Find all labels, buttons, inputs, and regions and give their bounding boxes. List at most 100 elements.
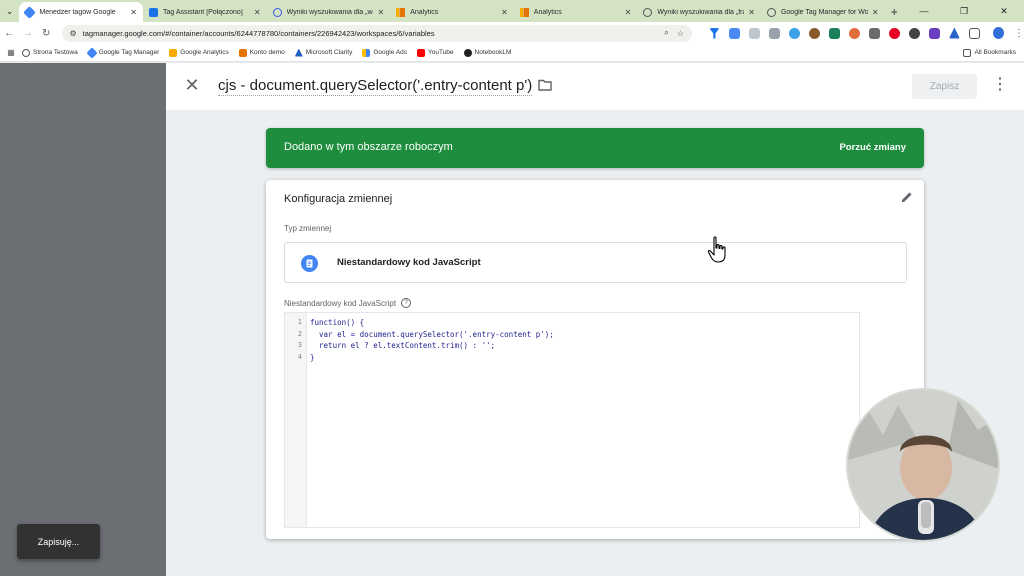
- apps-grid-icon[interactable]: ▦: [0, 48, 22, 57]
- tag-extension-icon[interactable]: [728, 27, 740, 39]
- more-options-icon[interactable]: ⋮: [992, 75, 1008, 95]
- forward-icon[interactable]: →: [19, 23, 38, 43]
- globe-icon: [643, 7, 653, 17]
- tab-gtm[interactable]: Menedżer tagów Google ✕: [19, 2, 143, 22]
- backdrop-overlay[interactable]: [0, 63, 166, 576]
- close-icon[interactable]: ✕: [377, 8, 384, 17]
- close-icon[interactable]: ✕: [748, 8, 755, 17]
- bookmark-label: Google Ads: [373, 49, 407, 56]
- bookmark-item[interactable]: Google Analytics: [169, 48, 229, 57]
- reload-icon[interactable]: ↻: [37, 23, 56, 43]
- code-line: var el = document.querySelector('.entry-…: [310, 329, 554, 339]
- analytics-icon: [169, 48, 178, 57]
- minimize-icon[interactable]: —: [904, 0, 944, 22]
- bookmark-item[interactable]: Microsoft Clarity: [294, 48, 353, 57]
- url-text: tagmanager.google.com/#/container/accoun…: [82, 28, 435, 38]
- filter-extension-icon[interactable]: [708, 27, 720, 39]
- banner-text: Dodano w tym obszarze roboczym: [284, 141, 453, 153]
- bookmark-item[interactable]: Strona Testowa: [22, 48, 78, 57]
- maximize-icon[interactable]: ❐: [944, 0, 984, 22]
- discard-changes-button[interactable]: Porzuć zmiany: [839, 142, 906, 153]
- zoom-icon[interactable]: ⌕: [664, 28, 668, 38]
- line-number: 1: [297, 318, 302, 326]
- close-icon[interactable]: ✕: [182, 75, 202, 95]
- bookmark-label: Google Tag Manager: [98, 49, 160, 56]
- edit-pencil-icon[interactable]: [900, 190, 914, 204]
- tab-label: Menedżer tagów Google: [39, 8, 116, 16]
- gtm-icon: [23, 5, 37, 19]
- cookie-extension-icon[interactable]: [808, 27, 820, 39]
- bookmark-item[interactable]: YouTube: [416, 48, 454, 57]
- close-icon[interactable]: ✕: [130, 8, 137, 17]
- bookmark-item[interactable]: Google Tag Manager: [86, 46, 160, 59]
- hand-cursor-icon: [707, 236, 726, 263]
- bookmark-label: Google Analytics: [180, 49, 229, 56]
- all-bookmarks-label: All Bookmarks: [974, 49, 1016, 56]
- tab-search-icon[interactable]: ⌄: [0, 0, 19, 22]
- code-document-icon: [301, 255, 318, 272]
- card-title: Konfiguracja zmiennej: [284, 193, 393, 205]
- link-extension-icon[interactable]: [868, 27, 880, 39]
- counter-extension-icon[interactable]: [928, 27, 940, 39]
- variable-name-input[interactable]: cjs - document.querySelector('.entry-con…: [218, 77, 533, 96]
- tab-label: Google Tag Manager for Word: [780, 8, 868, 16]
- site-info-icon[interactable]: ⚙: [70, 29, 77, 38]
- tab-analytics-1[interactable]: Analytics ✕: [390, 2, 514, 22]
- extensions-area: [706, 27, 983, 39]
- folder-icon[interactable]: [538, 79, 552, 91]
- code-editor[interactable]: 1 2 3 4 function() { var el = document.q…: [284, 312, 860, 528]
- close-icon[interactable]: ✕: [254, 8, 261, 17]
- drop-extension-icon[interactable]: [788, 27, 800, 39]
- save-button[interactable]: Zapisz: [912, 74, 977, 99]
- code-line: return el ? el.textContent.trim() : '';: [310, 341, 496, 350]
- puzzle-icon[interactable]: [968, 27, 980, 39]
- tab-label: Tag Assistant [Połączono]: [163, 8, 243, 16]
- bookmark-item[interactable]: Google Ads: [362, 48, 407, 57]
- gm-extension-icon[interactable]: [828, 27, 840, 39]
- back-icon[interactable]: ←: [0, 23, 19, 43]
- tab-search-results-1[interactable]: Wyniki wyszukiwania dla „wał ✕: [267, 2, 391, 22]
- bookmark-item[interactable]: NotebookLM: [463, 48, 512, 57]
- tab-label: Analytics: [533, 8, 562, 16]
- list-extension-icon[interactable]: [768, 27, 780, 39]
- analytics-icon: [519, 7, 529, 17]
- shape-extension-icon[interactable]: [948, 27, 960, 39]
- help-icon[interactable]: ?: [401, 298, 412, 308]
- new-tab-icon[interactable]: +: [885, 2, 904, 22]
- close-icon[interactable]: ✕: [872, 8, 879, 17]
- bookmark-label: YouTube: [427, 49, 454, 56]
- tab-label: Analytics: [410, 8, 439, 16]
- all-bookmarks[interactable]: All Bookmarks: [963, 48, 1016, 57]
- gtm-icon: [86, 46, 98, 59]
- magnifier-extension-icon[interactable]: [908, 27, 920, 39]
- tab-tag-assistant[interactable]: Tag Assistant [Połączono] ✕: [143, 2, 267, 22]
- saving-snackbar: Zapisuję...: [17, 524, 100, 559]
- pinterest-extension-icon[interactable]: [888, 27, 900, 39]
- tab-label: Wyniki wyszukiwania dla „fraz: [657, 8, 745, 16]
- close-icon[interactable]: ✕: [501, 8, 508, 17]
- variable-configuration-card[interactable]: Konfiguracja zmiennej Typ zmiennej Niest…: [266, 180, 924, 539]
- variable-type-label: Typ zmiennej: [284, 224, 332, 233]
- profile-avatar[interactable]: [992, 27, 1004, 39]
- bookmark-item[interactable]: Konto demo: [238, 48, 285, 57]
- bookmark-label: NotebookLM: [474, 49, 512, 56]
- tab-analytics-2[interactable]: Analytics ✕: [514, 2, 638, 22]
- bookmark-label: Microsoft Clarity: [305, 49, 353, 56]
- palette-extension-icon[interactable]: [848, 27, 860, 39]
- grid-extension-icon[interactable]: [748, 27, 760, 39]
- line-number: 4: [297, 352, 302, 361]
- bookmark-star-icon[interactable]: ☆: [677, 29, 684, 38]
- line-number: 2: [297, 329, 302, 338]
- notebooklm-icon: [463, 48, 472, 57]
- variable-type-selector[interactable]: Niestandardowy kod JavaScript: [284, 242, 907, 283]
- code-content[interactable]: function() { var el = document.querySele…: [307, 313, 554, 527]
- close-icon[interactable]: ✕: [625, 8, 632, 17]
- close-window-icon[interactable]: ✕: [984, 0, 1024, 22]
- folder-icon: [963, 48, 972, 57]
- tab-search-results-2[interactable]: Wyniki wyszukiwania dla „fraz ✕: [637, 2, 761, 22]
- tab-gtm-for-wordpress[interactable]: Google Tag Manager for Word ✕: [761, 2, 885, 22]
- code-label-text: Niestandardowy kod JavaScript: [284, 298, 397, 308]
- address-bar[interactable]: ⚙ tagmanager.google.com/#/container/acco…: [61, 24, 692, 42]
- toolbar: ← → ↻ ⚙ tagmanager.google.com/#/containe…: [0, 22, 1024, 44]
- browser-menu-icon[interactable]: ⋮: [1014, 28, 1024, 39]
